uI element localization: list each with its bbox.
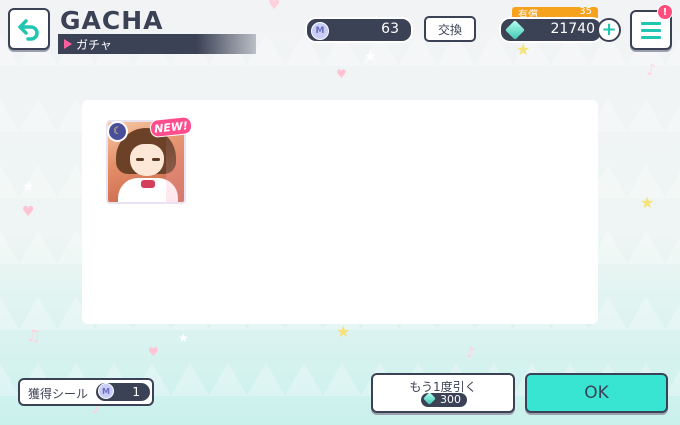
heart-icon: ♥ (336, 67, 347, 81)
music-note-icon: ♪ (646, 60, 657, 79)
seal-icon: M (98, 383, 114, 399)
back-arrow-icon (18, 19, 39, 41)
menu-alert-badge: ! (657, 4, 673, 20)
page-subtitle: ガチャ (76, 38, 112, 52)
draw-again-cost-value: 300 (440, 393, 461, 406)
page-title-block: GACHA ガチャ (58, 6, 258, 54)
heart-icon: ♥ (22, 204, 35, 220)
plus-icon: + (601, 19, 617, 40)
star-icon: ★ (336, 322, 351, 341)
hamburger-menu-icon (641, 21, 661, 25)
back-button[interactable] (8, 8, 50, 50)
triangle-icon (64, 39, 72, 49)
star-icon: ★ (364, 49, 377, 65)
obtained-seal-label: 獲得シール (28, 387, 89, 401)
ok-button[interactable]: OK (525, 373, 668, 413)
seal-icon: M (311, 22, 329, 40)
draw-again-button[interactable]: もう1度引く 300 (371, 373, 515, 413)
gem-icon (423, 392, 436, 405)
new-badge: NEW! (149, 115, 193, 139)
music-note-icon: ♪ (466, 345, 475, 361)
draw-again-cost: 300 (421, 392, 467, 407)
exchange-label: 交換 (437, 22, 462, 37)
gacha-result-panel: ☾ NEW! (82, 100, 598, 324)
page-subtitle-bar: ガチャ (58, 34, 256, 54)
add-gems-button[interactable]: + (597, 18, 621, 42)
hamburger-line (641, 35, 661, 39)
obtained-seal-count: 1 (132, 385, 140, 399)
exchange-button[interactable]: 交換 (424, 16, 476, 42)
star-icon: ★ (178, 331, 189, 345)
seal-currency-display: M 63 (305, 17, 413, 43)
gems-total: 21740 (550, 21, 595, 37)
star-icon: ★ (516, 40, 531, 59)
heart-icon: ♥ (268, 0, 281, 13)
obtained-seal-pill: M 1 (96, 383, 150, 401)
gems-display: 21740 (499, 17, 603, 43)
music-note-icon: ♫ (26, 326, 41, 345)
ok-label: OK (584, 383, 609, 403)
hamburger-line (641, 28, 661, 32)
card-character-eye (152, 158, 160, 161)
star-icon: ★ (640, 193, 655, 212)
gem-icon (505, 20, 525, 40)
card-character-eye (136, 158, 144, 161)
seal-count: 63 (381, 21, 399, 37)
page-title: GACHA (60, 6, 164, 35)
paid-gems-count: 35 (579, 6, 592, 17)
heart-icon: ♥ (148, 345, 159, 359)
star-icon: ★ (22, 179, 35, 195)
card-character-bow (141, 180, 155, 188)
moon-icon: ☾ (107, 121, 128, 142)
obtained-seal-display: 獲得シール M 1 (18, 378, 154, 406)
